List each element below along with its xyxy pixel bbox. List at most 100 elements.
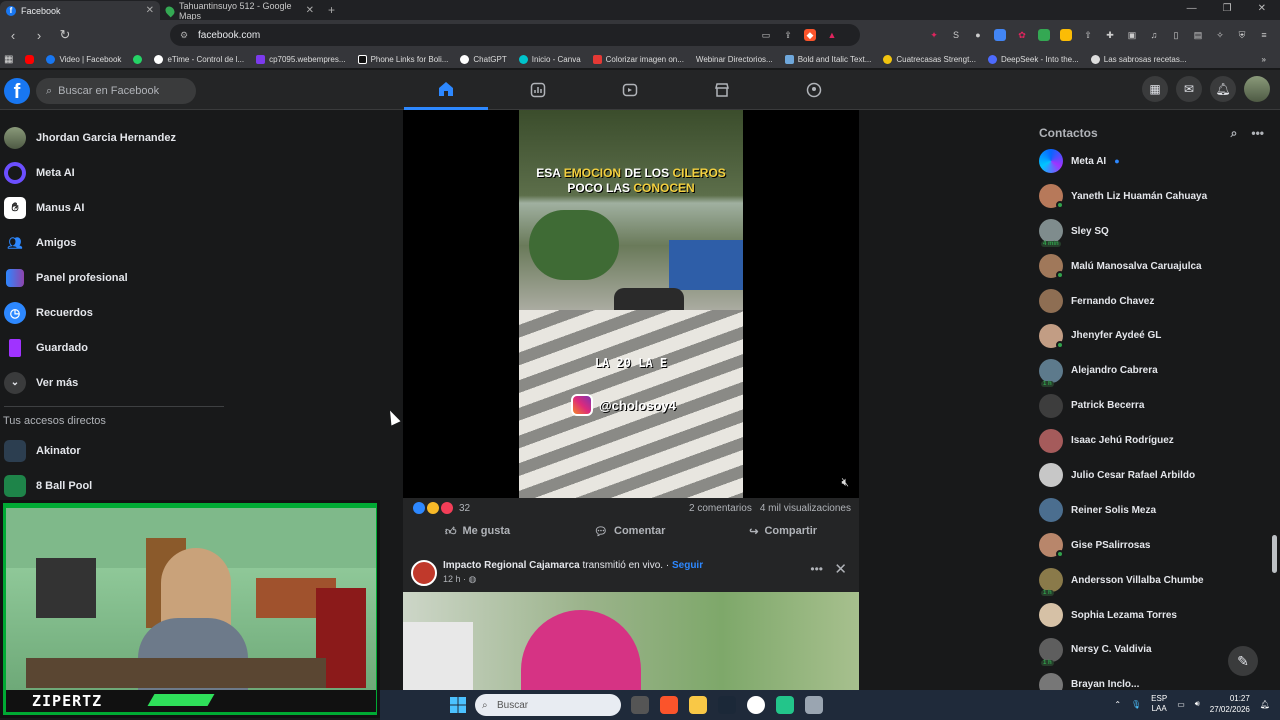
tab-groups[interactable] [772,70,856,110]
cast-icon[interactable]: ▭ [760,29,772,41]
notifications-bell-icon[interactable]: 🔔︎ [1210,76,1236,102]
contact-item[interactable]: 4 min Sley SQ [1032,214,1270,249]
camera-extension-icon[interactable]: ● [972,29,984,41]
extensions-puzzle-icon[interactable]: ✚ [1104,29,1116,41]
bookmark-youtube[interactable] [25,54,35,64]
brave-rewards-icon[interactable]: ▲ [826,29,838,41]
post-timestamp[interactable]: 12 h · ◍ [443,574,476,585]
bookmark-item[interactable]: ChatGPT [460,54,507,64]
close-tab-icon[interactable]: ✕ [306,5,314,16]
contact-item[interactable]: Patrick Becerra [1032,388,1270,423]
site-settings-icon[interactable]: ⚙ [180,30,188,41]
bookmark-item[interactable]: eTime - Control de l... [154,54,244,64]
close-icon[interactable]: ✕ [834,560,847,578]
windows-start-icon[interactable] [450,697,466,713]
chevron-up-icon[interactable]: ⌃ [1114,700,1121,709]
close-window-icon[interactable]: ✕ [1258,3,1266,14]
music-icon[interactable]: ♫ [1148,29,1160,41]
sidebar-item-friends[interactable]: 👥︎ Amigos [0,225,230,260]
extension-green-icon[interactable] [1038,29,1050,41]
minimize-icon[interactable]: — [1187,3,1197,14]
extension-pin-icon[interactable]: ✦ [928,29,940,41]
file-explorer-icon[interactable] [689,696,707,714]
shortcut-8-ball-pool[interactable]: 8 Ball Pool [0,468,230,503]
clock[interactable]: 01:27 27/02/2026 [1210,693,1250,715]
new-tab-button[interactable]: + [328,3,335,17]
extension-yellow-icon[interactable] [1060,29,1072,41]
contact-item[interactable]: Jhenyfer Aydeé GL [1032,318,1270,353]
menu-icon[interactable]: ≡ [1258,29,1270,41]
page-avatar[interactable] [411,560,437,586]
shortcut-akinator[interactable]: Akinator [0,433,230,468]
notification-icon[interactable]: 🔔︎ [1260,700,1270,709]
profile-avatar[interactable] [1244,76,1270,102]
share-button[interactable]: ↪ Compartir [749,520,817,542]
calculator-icon[interactable] [805,696,823,714]
page-name[interactable]: Impacto Regional Cajamarca [443,560,580,571]
tab-marketplace[interactable] [680,70,764,110]
mute-icon[interactable]: 🔇︎ [841,475,849,490]
bookmark-item[interactable]: Cuatrecasas Strengt... [883,54,976,64]
network-icon[interactable]: ▭ [1177,700,1185,709]
bookmark-item[interactable]: Colorizar imagen on... [592,54,684,64]
bookmark-item[interactable]: Video | Facebook [46,54,121,64]
close-tab-icon[interactable]: ✕ [146,5,154,16]
vpn-icon[interactable]: ⛨ [1236,29,1248,41]
task-view-icon[interactable] [631,696,649,714]
contact-item[interactable]: 1 h Alejandro Cabrera [1032,353,1270,388]
translate-extension-icon[interactable] [994,29,1006,41]
extension-s-icon[interactable]: S [950,29,962,41]
contact-item[interactable]: Julio Cesar Rafael Arbildo [1032,458,1270,493]
contact-item[interactable]: Malú Manosalva Caruajulca [1032,249,1270,284]
bookmark-whatsapp[interactable] [133,54,143,64]
sidebar-item-meta-ai[interactable]: Meta AI [0,155,230,190]
brave-browser-icon[interactable] [660,696,678,714]
more-bookmarks-icon[interactable]: » [1262,55,1280,64]
messenger-icon[interactable]: ✉ [1176,76,1202,102]
extension-share-icon[interactable]: ⇧ [1082,29,1094,41]
app-green-icon[interactable] [776,696,794,714]
steam-icon[interactable] [718,696,736,714]
comments-count[interactable]: 2 comentarios [689,503,752,514]
contact-item[interactable]: Gise PSalirrosas [1032,528,1270,563]
bookmark-item[interactable]: DeepSeek - Into the... [987,54,1079,64]
sidebar-item-memories[interactable]: ◷ Recuerdos [0,295,230,330]
contact-item[interactable]: Meta AI ● [1032,144,1270,179]
contact-item[interactable]: Reiner Solis Meza [1032,493,1270,528]
post-image[interactable] [403,592,859,690]
bookmark-item[interactable]: Bold and Italic Text... [784,54,871,64]
more-options-icon[interactable]: ••• [810,562,823,576]
taskbar-search-input[interactable]: ⌕ Buscar [475,694,621,716]
contact-item[interactable]: Fernando Chavez [1032,284,1270,319]
sidebar-item-profile[interactable]: Jhordan Garcia Hernandez [0,120,230,155]
search-icon[interactable]: ⌕ [1231,126,1238,141]
contact-item[interactable]: Isaac Jehú Rodríguez [1032,423,1270,458]
scrollbar[interactable] [1272,535,1277,573]
contact-item[interactable]: 1 h Andersson Villalba Chumbe [1032,563,1270,598]
new-message-button[interactable]: ✎ [1228,646,1258,676]
restore-icon[interactable]: ❐ [1223,3,1232,14]
language-indicator[interactable]: ESP LAA [1151,694,1167,714]
sidebar-toggle-icon[interactable]: ▯ [1170,29,1182,41]
menu-grid-icon[interactable]: ▦ [1142,76,1168,102]
contact-item[interactable]: Sophia Lezama Torres [1032,598,1270,633]
sidebar-item-professional-dashboard[interactable]: Panel profesional [0,260,230,295]
back-icon[interactable]: ‹ [6,28,20,43]
like-button[interactable]: 👍︎ Me gusta [445,520,510,542]
bookmark-item[interactable]: Las sabrosas recetas... [1090,54,1187,64]
forward-icon[interactable]: › [32,28,46,43]
sidebar-item-see-more[interactable]: ⌄ Ver más [0,365,230,400]
volume-icon[interactable]: 🔊︎ [1195,699,1200,709]
comment-button[interactable]: 💬︎ Comentar [594,520,665,542]
chrome-icon[interactable] [747,696,765,714]
bookmark-item[interactable]: Inicio - Canva [518,54,581,64]
wallet-icon[interactable]: ▤ [1192,29,1204,41]
apps-grid-icon[interactable]: ▦ [4,54,13,65]
share-icon[interactable]: ⇪ [782,29,794,41]
bookmark-item[interactable]: Webinar Directorios... [696,55,773,64]
tab-video[interactable] [588,70,672,110]
bookmark-item[interactable]: cp7095.webempres... [256,54,346,64]
bookmark-item[interactable]: Phone Links for Boli... [357,54,448,64]
more-options-icon[interactable]: ••• [1251,126,1264,141]
tab-dashboard[interactable] [496,70,580,110]
